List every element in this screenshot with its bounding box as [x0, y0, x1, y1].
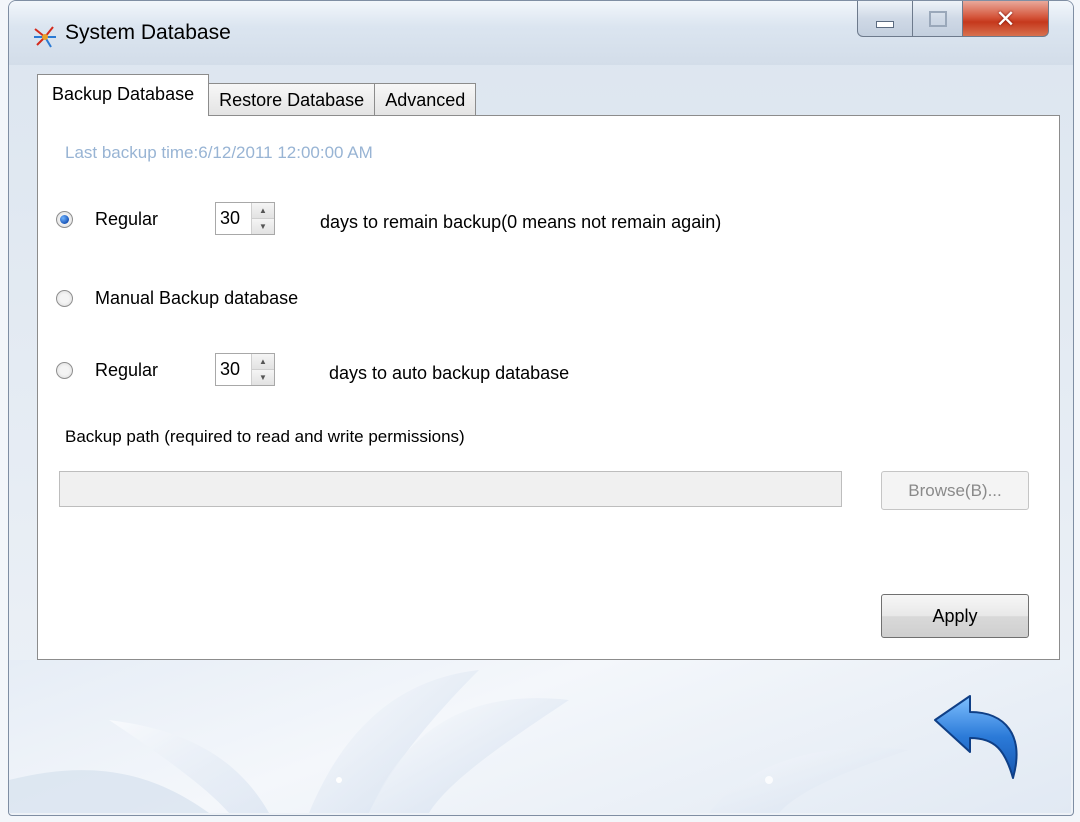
decorative-background [9, 660, 1071, 813]
minimize-icon [876, 21, 894, 28]
remain-days-stepper[interactable]: 30 ▲ ▼ [215, 202, 275, 235]
flower-decoration [9, 670, 909, 813]
tab-advanced[interactable]: Advanced [374, 83, 477, 116]
window-title: System Database [65, 21, 231, 44]
auto-days-value[interactable]: 30 [216, 354, 251, 385]
regular-remain-label: Regular [95, 209, 159, 229]
browse-button[interactable]: Browse(B)... [881, 471, 1029, 510]
backup-path-label: Backup path (required to read and write … [65, 427, 465, 446]
tab-restore-database[interactable]: Restore Database [208, 83, 376, 116]
regular-remain-radio[interactable] [56, 211, 73, 228]
spin-down-icon[interactable]: ▼ [252, 370, 274, 385]
close-icon: ✕ [995, 4, 1016, 33]
auto-days-stepper[interactable]: 30 ▲ ▼ [215, 353, 275, 386]
manual-backup-radio[interactable] [56, 290, 73, 307]
minimize-button[interactable] [857, 1, 913, 37]
spin-up-icon[interactable]: ▲ [252, 354, 274, 370]
close-button[interactable]: ✕ [963, 1, 1049, 37]
regular-auto-label: Regular [95, 360, 159, 380]
auto-days-suffix: days to auto backup database [329, 363, 570, 383]
back-arrow-icon[interactable] [925, 690, 1030, 785]
tab-backup-database[interactable]: Backup Database [37, 74, 210, 116]
remain-days-value[interactable]: 30 [216, 203, 251, 234]
spin-down-icon[interactable]: ▼ [252, 219, 274, 234]
option-manual-backup[interactable]: Manual Backup database [56, 288, 298, 309]
manual-backup-label: Manual Backup database [95, 288, 299, 308]
option-regular-auto[interactable]: Regular [56, 360, 158, 381]
apply-button[interactable]: Apply [881, 594, 1029, 638]
remain-days-suffix: days to remain backup(0 means not remain… [320, 212, 722, 232]
backup-database-panel: Last backup time:6/12/2011 12:00:00 AM R… [37, 115, 1060, 660]
option-regular-remain[interactable]: Regular [56, 209, 158, 230]
maximize-icon [928, 10, 947, 27]
maximize-button[interactable] [913, 1, 963, 37]
tab-bar: Backup Database Restore Database Advance… [37, 74, 477, 116]
spin-up-icon[interactable]: ▲ [252, 203, 274, 219]
app-logo-icon [34, 26, 56, 48]
window-controls: ✕ [857, 1, 1049, 39]
last-backup-time: Last backup time:6/12/2011 12:00:00 AM [65, 143, 373, 162]
regular-auto-radio[interactable] [56, 362, 73, 379]
title-bar[interactable]: System Database ✕ [9, 1, 1073, 65]
backup-path-input[interactable] [59, 471, 842, 507]
